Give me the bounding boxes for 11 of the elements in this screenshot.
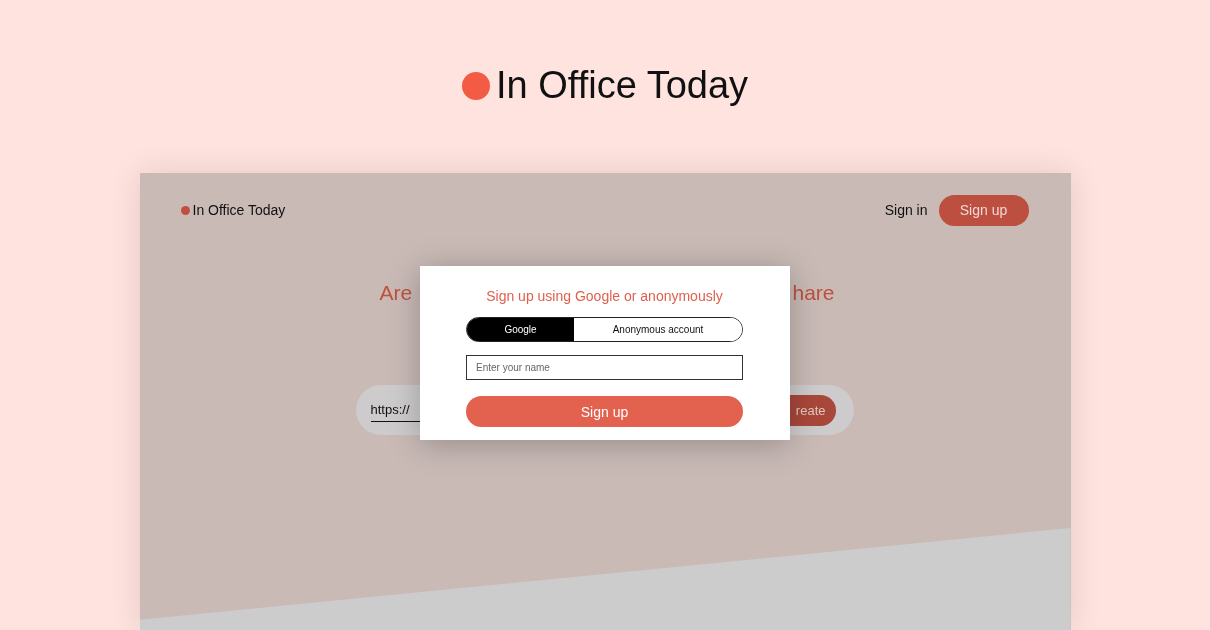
sign-up-button[interactable]: Sign up — [938, 194, 1029, 226]
logo-dot-icon — [461, 71, 490, 100]
page-title: In Office Today — [495, 64, 749, 107]
headline-text: Are — [379, 281, 413, 305]
account-type-tab[interactable]: Google — [467, 318, 574, 341]
logo-dot-icon — [180, 205, 190, 215]
headline-text: hare — [792, 281, 835, 305]
sign-in-link[interactable]: Sign in — [884, 202, 928, 218]
name-field[interactable]: Enter your name — [466, 355, 743, 380]
dialog-title: Sign up using Google or anonymously — [486, 288, 723, 304]
brand-name: In Office Today — [192, 202, 286, 218]
